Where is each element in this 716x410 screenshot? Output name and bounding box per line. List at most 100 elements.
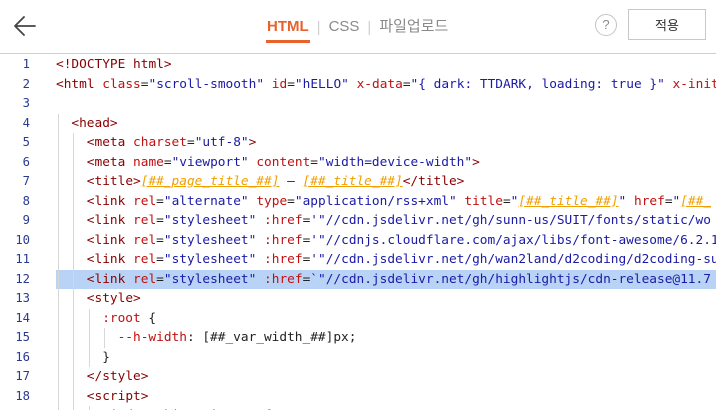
indent-guide — [73, 406, 75, 410]
code-token: <link — [86, 193, 134, 209]
code-token: :href — [264, 232, 303, 248]
indent-guide — [73, 386, 75, 406]
code-line[interactable]: 10 <link rel="stylesheet" :href='"//cdnjs… — [0, 230, 716, 251]
code-token: :href — [264, 271, 303, 287]
line-number: 16 — [15, 349, 30, 364]
code-token: rel — [133, 232, 157, 248]
line-number: 13 — [15, 291, 30, 305]
apply-button[interactable]: 적용 — [628, 9, 706, 40]
indent-guide — [58, 250, 59, 270]
code-line[interactable]: 5 <meta charset="utf-8"> — [0, 133, 716, 153]
code-editor[interactable]: 1 <!DOCTYPE html> 2 <html class = "scroll-smo… — [0, 55, 716, 410]
code-token: name — [133, 154, 164, 170]
code-line[interactable]: 1 <!DOCTYPE html> — [0, 55, 716, 75]
code-text: <style> — [87, 289, 141, 309]
code-text: window.skinOptions = { — [102, 406, 272, 410]
indent-guide — [58, 328, 59, 348]
line-number: 2 — [22, 76, 30, 91]
code-token: </style> — [86, 369, 149, 384]
code-token: "viewport" — [171, 154, 249, 170]
indent-guide — [58, 230, 59, 250]
code-text: <!DOCTYPE html> — [56, 55, 172, 75]
code-token: "hELLO" — [294, 76, 349, 92]
code-token: href — [633, 193, 665, 209]
code-token: [##_title_##] — [518, 193, 619, 209]
indent-guide — [73, 152, 75, 172]
code-token: "stylesheet" — [163, 271, 257, 287]
line-number: 15 — [15, 330, 30, 344]
code-line[interactable]: 6 <meta name="viewport" content="width=de… — [0, 152, 716, 172]
code-token: rel — [133, 213, 157, 228]
code-text: <link rel="stylesheet" :href='"//cdnjs.c… — [87, 231, 716, 251]
code-token: > — [248, 135, 257, 150]
code-token: "scroll-smooth" — [148, 76, 265, 92]
code-token: = — [156, 193, 164, 209]
code-line[interactable]: 13 <style> — [0, 289, 716, 309]
tab-file-upload[interactable]: 파일업로드 — [378, 16, 449, 38]
code-token: "stylesheet" — [163, 232, 257, 248]
code-token: --h-width — [117, 330, 187, 345]
code-line[interactable]: 17 </style> — [0, 367, 716, 387]
code-token: <link — [86, 271, 134, 287]
tab-separator: | — [367, 18, 372, 36]
code-line[interactable]: 9 <link rel="stylesheet" :href='"//cdn.js… — [0, 211, 716, 231]
help-icon[interactable]: ? — [595, 14, 617, 36]
back-arrow-icon[interactable] — [12, 13, 38, 39]
code-line[interactable]: 4 <head> — [0, 113, 716, 134]
code-line[interactable]: 14:root { — [0, 308, 716, 329]
indent-guide — [58, 289, 59, 309]
code-line[interactable]: 8 <link rel="alternate" type="application… — [0, 191, 716, 212]
tab-html[interactable]: HTML — [266, 16, 310, 43]
indent-guide — [58, 211, 59, 231]
code-line[interactable]: 19 window.skinOptions = { — [0, 406, 716, 410]
code-line[interactable]: 11 <link rel="stylesheet" :href='"//cdn.j… — [0, 250, 716, 270]
indent-guide — [73, 269, 75, 289]
code-token: rel — [133, 271, 157, 287]
indent-guide — [58, 386, 59, 406]
code-token: :href — [264, 252, 303, 267]
code-text: } — [102, 348, 110, 368]
code-text: :root { — [102, 309, 156, 329]
code-token: <meta — [86, 154, 134, 170]
code-token: – — [279, 174, 303, 189]
code-text: <head> — [71, 114, 117, 134]
code-line[interactable]: 7 <title>[##_page_title_##] – [##_title_#… — [0, 172, 716, 192]
code-token: [##_ — [680, 193, 712, 209]
code-line[interactable]: 16} — [0, 347, 716, 368]
indent-guide — [73, 172, 75, 192]
code-line[interactable]: 3 — [0, 94, 716, 114]
line-number: 9 — [22, 213, 30, 227]
indent-guide — [88, 406, 90, 410]
code-token: = — [163, 154, 172, 170]
code-token: { — [140, 310, 157, 326]
code-line[interactable]: 15 --h-width: [##_var_width_##]px; — [0, 328, 716, 348]
code-line[interactable]: 18 <script> — [0, 386, 716, 406]
line-number: 12 — [15, 271, 30, 286]
code-token: = — [402, 76, 411, 92]
code-token: "{ dark: TTDARK, loading: true }" — [410, 76, 665, 92]
code-line[interactable]: 12 <link rel="stylesheet" :href=`"//cdn.j… — [0, 269, 716, 289]
editor-toolbar: HTML | CSS | 파일업로드 ? 적용 — [0, 0, 716, 54]
indent-guide — [58, 152, 59, 172]
code-text: <link rel="alternate" type="application/… — [87, 192, 711, 212]
tab-css[interactable]: CSS — [328, 16, 361, 38]
indent-guide — [58, 367, 59, 387]
indent-guide — [104, 328, 106, 348]
indent-guide — [58, 172, 59, 192]
code-token: id — [271, 76, 288, 92]
code-text: <link rel="stylesheet" :href='"//cdn.jsd… — [87, 211, 711, 231]
code-line[interactable]: 2 <html class="scroll-smooth" id="hELLO" … — [0, 75, 716, 95]
code-token: content — [256, 154, 311, 170]
code-token: = — [156, 213, 164, 228]
indent-guide — [73, 250, 75, 270]
code-token: :root — [102, 310, 141, 326]
indent-guide — [58, 133, 59, 153]
code-token: "utf-8" — [194, 135, 249, 150]
indent-guide — [73, 289, 75, 309]
indent-guide — [73, 347, 75, 367]
